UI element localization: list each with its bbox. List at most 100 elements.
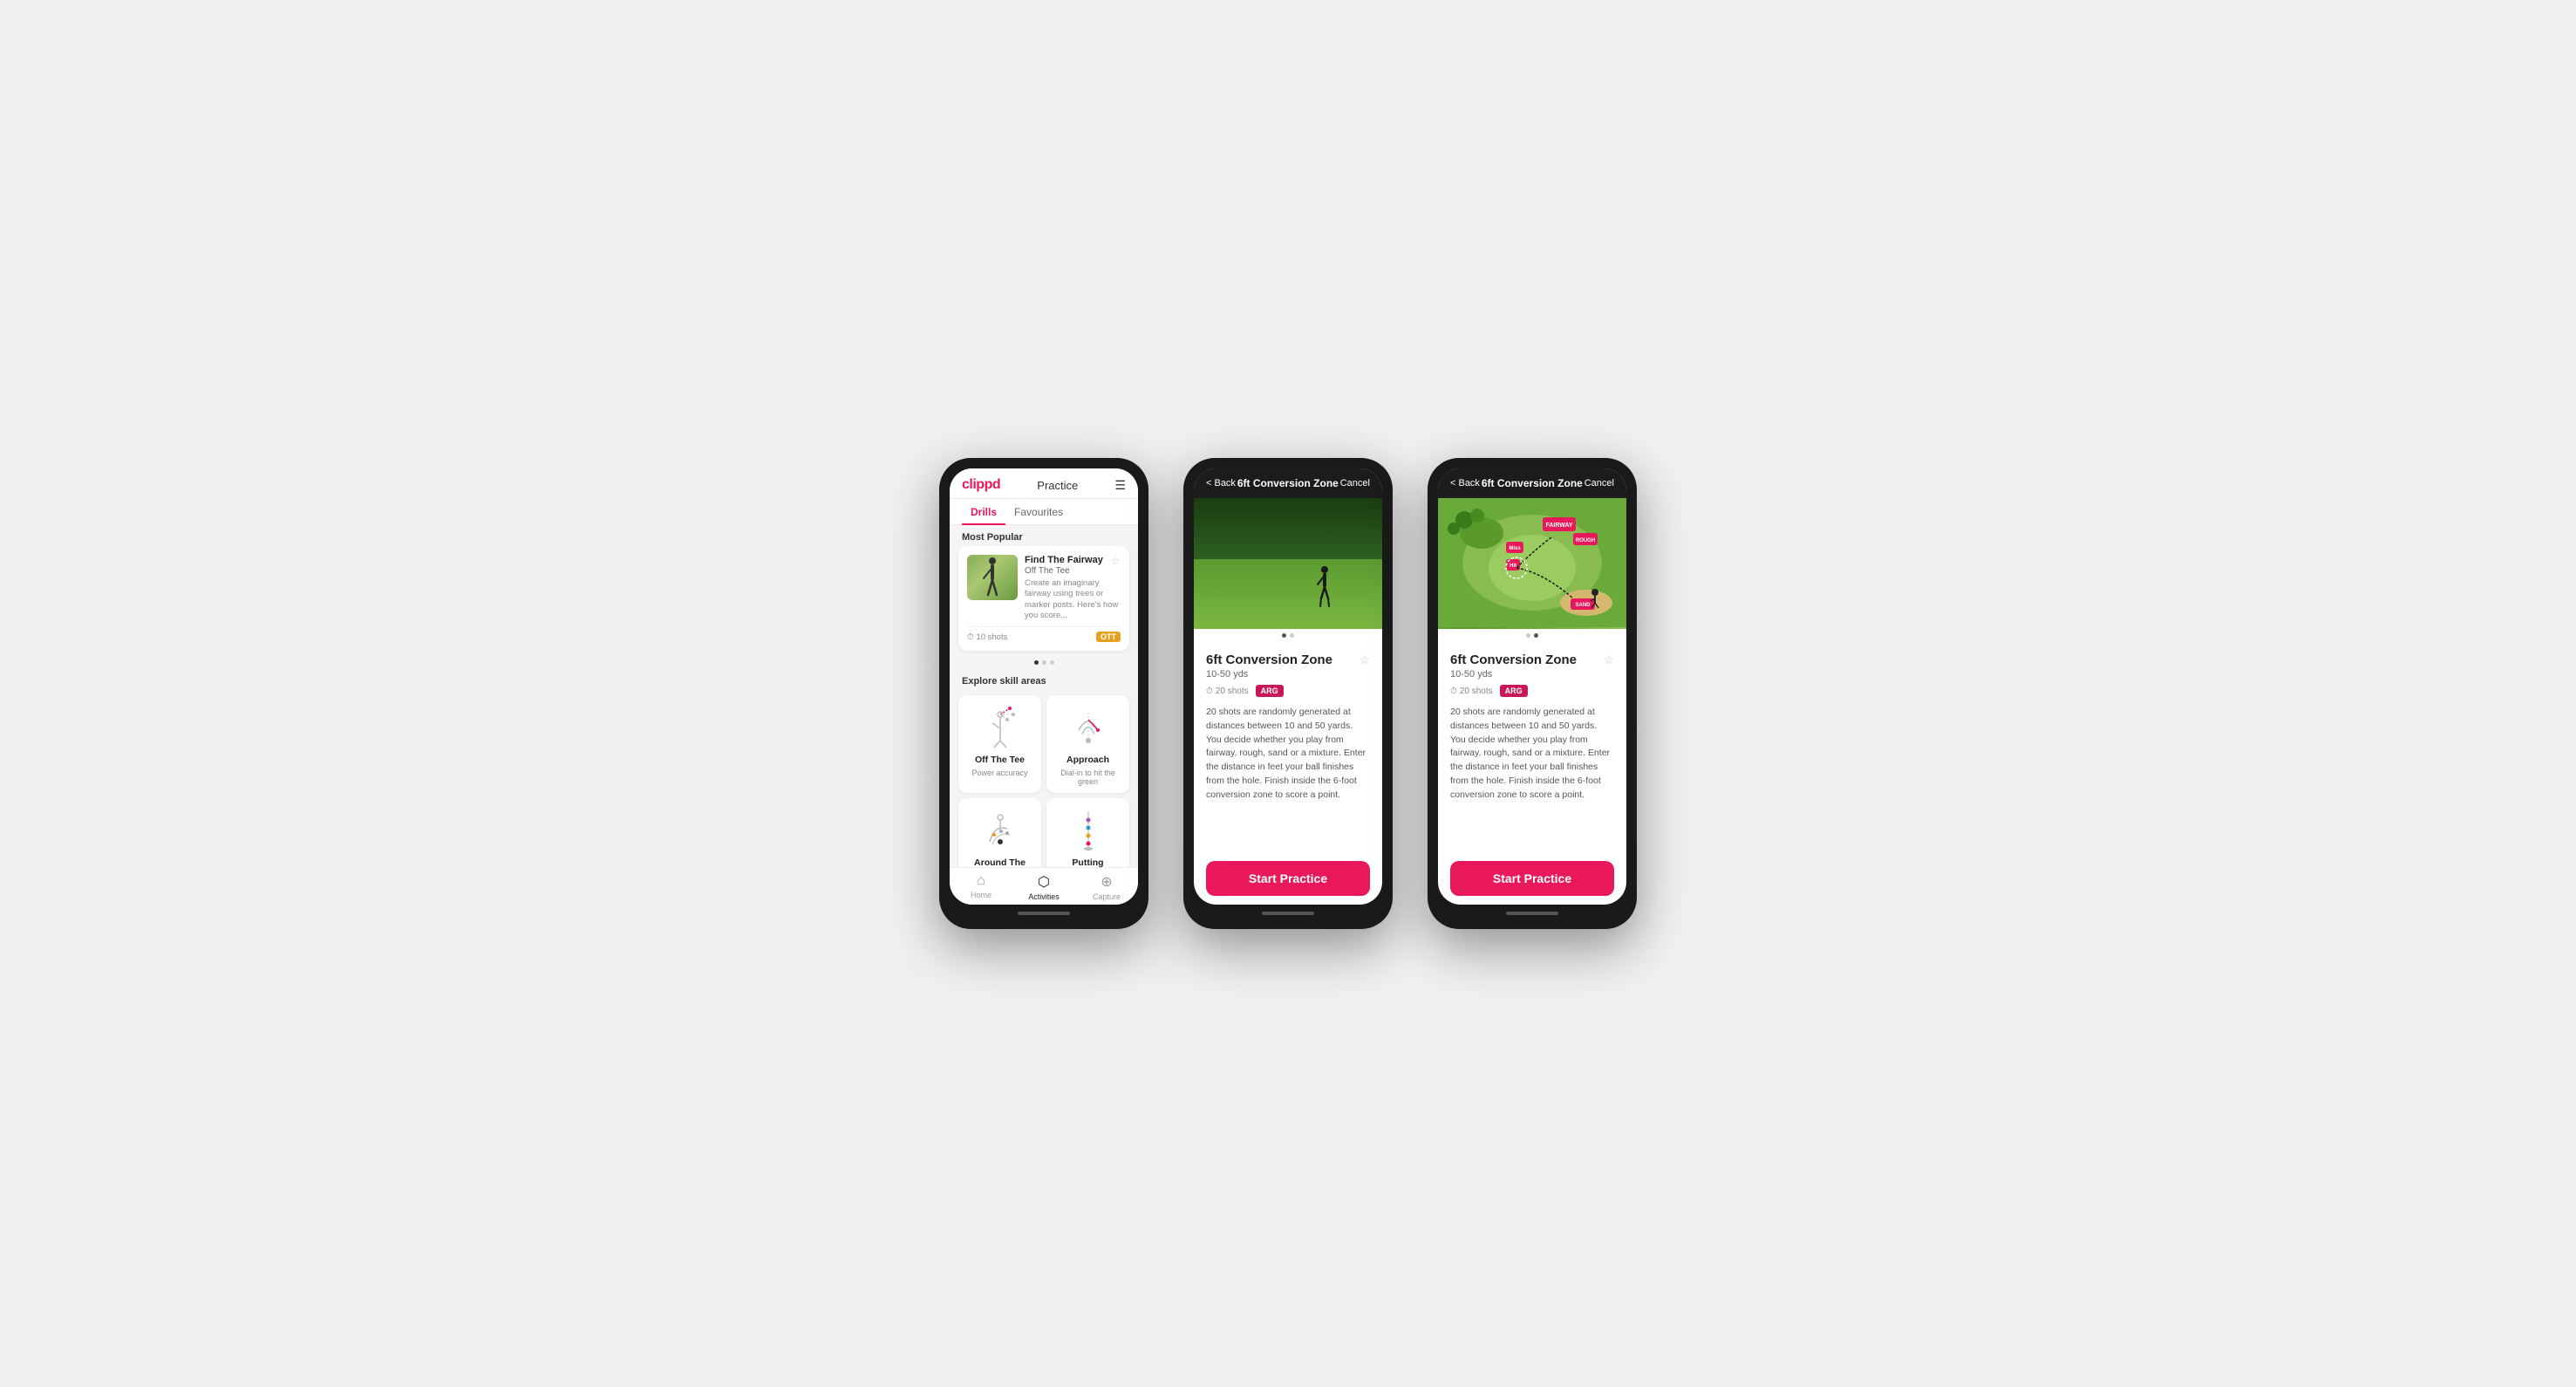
favourite-star[interactable]: ☆ (1111, 555, 1121, 567)
most-popular-label: Most Popular (950, 525, 1138, 546)
clock-icon: ⏱ (967, 632, 973, 642)
back-button[interactable]: < Back (1206, 478, 1236, 489)
dot-2 (1042, 660, 1046, 665)
home-bar-2 (1262, 912, 1314, 915)
header-title: Practice (1037, 479, 1078, 492)
nav-activities[interactable]: ⬡ Activities (1012, 873, 1075, 901)
drill-thumbnail (967, 555, 1018, 600)
ott-icon (977, 704, 1024, 751)
img-dot-3-1 (1526, 633, 1530, 638)
skill-name-atg: Around The Green (965, 857, 1034, 867)
phone-1: clippd Practice ☰ Drills Favourites Most… (939, 458, 1148, 929)
image-dots-3 (1438, 629, 1626, 642)
approach-icon (1065, 704, 1112, 751)
menu-icon[interactable]: ☰ (1114, 478, 1126, 493)
dot-1 (1034, 660, 1039, 665)
clock-icon: ⏱ (1206, 687, 1213, 696)
skill-name-approach: Approach (1067, 755, 1109, 765)
home-bar-3 (1506, 912, 1558, 915)
drill-detail-meta: ⏱ 20 shots ARG (1206, 685, 1370, 697)
drill-detail-header: < Back 6ft Conversion Zone Cancel (1194, 468, 1382, 498)
home-icon: ⌂ (977, 873, 985, 889)
fairway-bg (1194, 559, 1382, 629)
screen-title-3: 6ft Conversion Zone (1482, 477, 1583, 489)
skill-card-ott[interactable]: Off The Tee Power accuracy (958, 695, 1041, 793)
drill-subtitle: Off The Tee (1025, 566, 1103, 576)
drill-map-body: 6ft Conversion Zone 10-50 yds ☆ ⏱ 20 sho… (1438, 642, 1626, 854)
phone-3: < Back 6ft Conversion Zone Cancel (1428, 458, 1637, 929)
drill-photo (1194, 498, 1382, 629)
drill-detail-name-3: 6ft Conversion Zone (1450, 653, 1577, 667)
skill-name-putting: Putting (1072, 857, 1103, 867)
svg-text:FAIRWAY: FAIRWAY (1545, 523, 1572, 529)
explore-label: Explore skill areas (950, 669, 1138, 690)
tab-drills[interactable]: Drills (962, 499, 1005, 525)
phone-2: < Back 6ft Conversion Zone Cancel (1183, 458, 1393, 929)
screen-2: < Back 6ft Conversion Zone Cancel (1194, 468, 1382, 905)
featured-drill-card[interactable]: Find The Fairway Off The Tee ☆ Create an… (958, 546, 1129, 651)
nav-home[interactable]: ⌂ Home (950, 873, 1012, 901)
img-dot-1 (1282, 633, 1286, 638)
shots-info: ⏱ 20 shots (1206, 687, 1249, 696)
drill-detail-description-3: 20 shots are randomly generated at dista… (1450, 706, 1614, 802)
favourite-star-3[interactable]: ☆ (1603, 653, 1614, 667)
home-bar (1018, 912, 1070, 915)
favourite-star[interactable]: ☆ (1359, 653, 1370, 667)
drill-map-header: < Back 6ft Conversion Zone Cancel (1438, 468, 1626, 498)
drill-info: Find The Fairway Off The Tee ☆ Create an… (1025, 555, 1121, 621)
nav-capture[interactable]: ⊕ Capture (1075, 873, 1138, 901)
golfer-photo-icon (1315, 565, 1334, 607)
skill-card-atg[interactable]: Around The Green Hone your short game (958, 798, 1041, 867)
svg-text:Hit: Hit (1509, 564, 1516, 569)
category-tag: ARG (1256, 685, 1284, 697)
bottom-nav: ⌂ Home ⬡ Activities ⊕ Capture (950, 867, 1138, 905)
drill-detail-description: 20 shots are randomly generated at dista… (1206, 706, 1370, 802)
skill-card-putting[interactable]: Putting Make and lag practice (1046, 798, 1129, 867)
category-tag-3: ARG (1500, 685, 1528, 697)
dot-3 (1050, 660, 1054, 665)
app-header: clippd Practice ☰ (950, 468, 1138, 499)
img-dot-3-2 (1534, 633, 1538, 638)
drill-detail-meta-3: ⏱ 20 shots ARG (1450, 685, 1614, 697)
tab-favourites[interactable]: Favourites (1005, 499, 1072, 525)
screen-3: < Back 6ft Conversion Zone Cancel (1438, 468, 1626, 905)
atg-icon (977, 807, 1024, 854)
course-map-svg: FAIRWAY ROUGH Miss Hit SAND (1438, 498, 1626, 627)
back-button-3[interactable]: < Back (1450, 478, 1480, 489)
activities-icon: ⬡ (1038, 873, 1050, 891)
drill-detail-range-3: 10-50 yds (1450, 669, 1577, 680)
drill-map-image: FAIRWAY ROUGH Miss Hit SAND (1438, 498, 1626, 629)
nav-capture-label: Capture (1093, 892, 1121, 901)
svg-text:SAND: SAND (1575, 603, 1591, 608)
nav-activities-label: Activities (1028, 892, 1060, 901)
image-dots (1194, 629, 1382, 642)
img-dot-2 (1290, 633, 1294, 638)
putting-icon (1065, 807, 1112, 854)
drill-shots: ⏱ 10 shots (967, 632, 1007, 642)
clock-icon-3: ⏱ (1450, 687, 1457, 696)
skill-desc-approach: Dial-in to hit the green (1053, 769, 1122, 786)
start-practice-button[interactable]: Start Practice (1206, 861, 1370, 896)
main-content: Most Popular (950, 525, 1138, 867)
start-practice-button-3[interactable]: Start Practice (1450, 861, 1614, 896)
svg-text:ROUGH: ROUGH (1576, 538, 1595, 543)
app-logo: clippd (962, 477, 1000, 493)
drill-tag: OTT (1096, 632, 1121, 642)
skill-card-approach[interactable]: Approach Dial-in to hit the green (1046, 695, 1129, 793)
golfer-thumb-icon (979, 556, 1005, 599)
drill-detail-name: 6ft Conversion Zone (1206, 653, 1332, 667)
cancel-button-3[interactable]: Cancel (1584, 478, 1614, 489)
trees-bg (1194, 498, 1382, 559)
skill-name-ott: Off The Tee (975, 755, 1025, 765)
nav-home-label: Home (971, 891, 992, 899)
shots-info-3: ⏱ 20 shots (1450, 687, 1493, 696)
tab-bar: Drills Favourites (950, 499, 1138, 525)
capture-icon: ⊕ (1101, 873, 1112, 891)
drill-meta: ⏱ 10 shots OTT (967, 626, 1121, 642)
cancel-button[interactable]: Cancel (1340, 478, 1370, 489)
carousel-dots (950, 656, 1138, 669)
skill-grid: Off The Tee Power accuracy (950, 690, 1138, 867)
drill-description: Create an imaginary fairway using trees … (1025, 578, 1121, 621)
drill-detail-body: 6ft Conversion Zone 10-50 yds ☆ ⏱ 20 sho… (1194, 642, 1382, 854)
svg-text:Miss: Miss (1509, 546, 1521, 551)
